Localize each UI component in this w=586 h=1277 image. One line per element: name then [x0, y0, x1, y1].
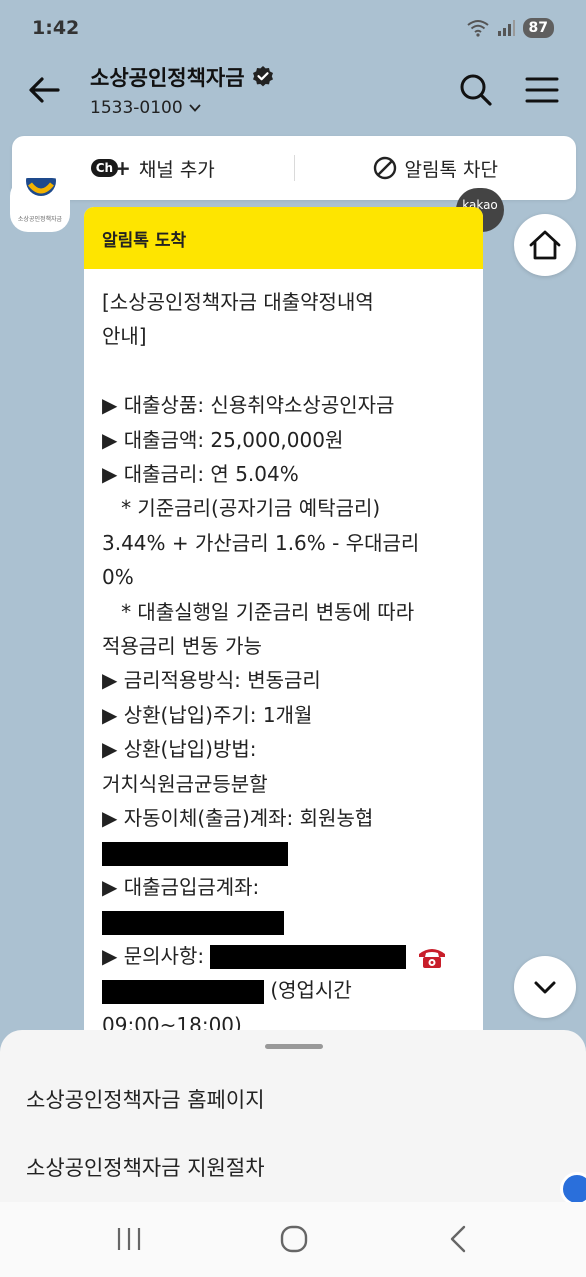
status-time: 1:42 [32, 17, 80, 39]
status-bar: 1:42 87 [0, 0, 586, 56]
search-button[interactable] [456, 70, 496, 110]
block-icon [373, 156, 396, 180]
arrow-left-icon [29, 77, 60, 103]
back-button[interactable] [24, 70, 64, 110]
chevron-down-icon [534, 981, 556, 994]
message-line: ▶ 금리적용방식: 변동금리 [102, 668, 321, 693]
home-nav-button[interactable] [277, 1224, 311, 1254]
menu-button[interactable] [522, 70, 562, 110]
inquiry-line: ▶ 문의사항: [102, 939, 465, 973]
agency-logo-icon [26, 178, 56, 196]
redacted-block [102, 979, 264, 1004]
channel-menu-sheet: 소상공인정책자금 홈페이지 소상공인정책자금 지원절차 [0, 1030, 586, 1202]
floating-assistant-button[interactable] [560, 1172, 586, 1206]
block-label: 알림톡 차단 [404, 158, 498, 181]
alimtalk-message: 알림톡 도착 [소상공인정책자금 대출약정내역 안내] ▶ 대출상품: 신용취약… [84, 207, 483, 1067]
message-body: [소상공인정책자금 대출약정내역 안내] ▶ 대출상품: 신용취약소상공인자금 … [84, 269, 483, 1042]
message-line: ▶ 상환(납입)방법: [102, 737, 257, 762]
message-line: ▶ 대출금입금계좌: [102, 874, 260, 899]
home-icon [529, 230, 561, 260]
battery-level: 87 [522, 18, 554, 38]
chevron-down-icon [189, 104, 201, 112]
redacted-block [210, 945, 407, 970]
recent-apps-button[interactable] [112, 1224, 146, 1254]
system-nav-bar [0, 1202, 586, 1277]
back-nav-button[interactable] [442, 1224, 476, 1254]
block-alimtalk-button[interactable]: 알림톡 차단 [295, 136, 577, 200]
message-line: ▶ 대출상품: 신용취약소상공인자금 [102, 393, 395, 418]
channel-add-icon: Ch + [90, 156, 131, 180]
redacted-account-line [102, 835, 465, 869]
verified-badge-icon [252, 66, 273, 87]
redacted-block [102, 910, 284, 935]
channel-avatar[interactable]: 소상공인정책자금 [10, 178, 70, 232]
home-button[interactable] [514, 214, 576, 276]
chat-header: 소상공인정책자금 1533-0100 [0, 56, 586, 132]
message-header: 알림톡 도착 [84, 207, 483, 269]
back-chevron-icon [450, 1225, 466, 1253]
menu-item-homepage[interactable]: 소상공인정책자금 홈페이지 [26, 1084, 265, 1114]
scroll-down-button[interactable] [514, 956, 576, 1018]
hamburger-menu-icon [525, 77, 559, 103]
sheet-drag-handle[interactable] [265, 1044, 323, 1049]
hours-label: (영업시간 [270, 978, 352, 1003]
redacted-deposit-line [102, 904, 465, 938]
channel-phone-number: 1533-0100 [90, 98, 183, 118]
channel-phone[interactable]: 1533-0100 [90, 98, 275, 118]
message-line: 3.44% + 가산금리 1.6% - 우대금리 [102, 530, 420, 555]
menu-item-support-process[interactable]: 소상공인정책자금 지원절차 [26, 1152, 265, 1182]
message-line: 안내] [102, 324, 147, 349]
message-line: 거치식원금균등분할 [102, 771, 268, 796]
search-icon [460, 74, 492, 106]
message-line: ▶ 대출금액: 25,000,000원 [102, 427, 344, 452]
status-icons: 87 [466, 18, 554, 38]
recent-apps-icon [117, 1228, 141, 1250]
telephone-icon [418, 949, 445, 969]
message-line: ▶ 자동이체(출금)계좌: 회원농협 [102, 806, 374, 831]
message-line: [소상공인정책자금 대출약정내역 [102, 290, 374, 314]
home-circle-icon [280, 1225, 308, 1253]
signal-icon [497, 20, 515, 36]
avatar-caption: 소상공인정책자금 [17, 216, 63, 223]
message-line: * 대출실행일 기준금리 변동에 따라 [102, 599, 415, 624]
hours-line: (영업시간 [102, 973, 465, 1007]
message-line: 적용금리 변동 가능 [102, 634, 262, 659]
channel-title: 소상공인정책자금 [90, 66, 245, 90]
inquiry-label: ▶ 문의사항: [102, 943, 205, 968]
message-line: ▶ 상환(납입)주기: 1개월 [102, 702, 313, 727]
redacted-block [102, 841, 288, 866]
channel-title-area[interactable]: 소상공인정책자금 1533-0100 [90, 62, 275, 118]
message-line: 0% [102, 565, 134, 590]
add-channel-label: 채널 추가 [138, 158, 215, 181]
message-line: ▶ 대출금리: 연 5.04% [102, 462, 299, 487]
wifi-icon [466, 20, 489, 37]
message-line: * 기준금리(공자기금 예탁금리) [102, 496, 381, 521]
